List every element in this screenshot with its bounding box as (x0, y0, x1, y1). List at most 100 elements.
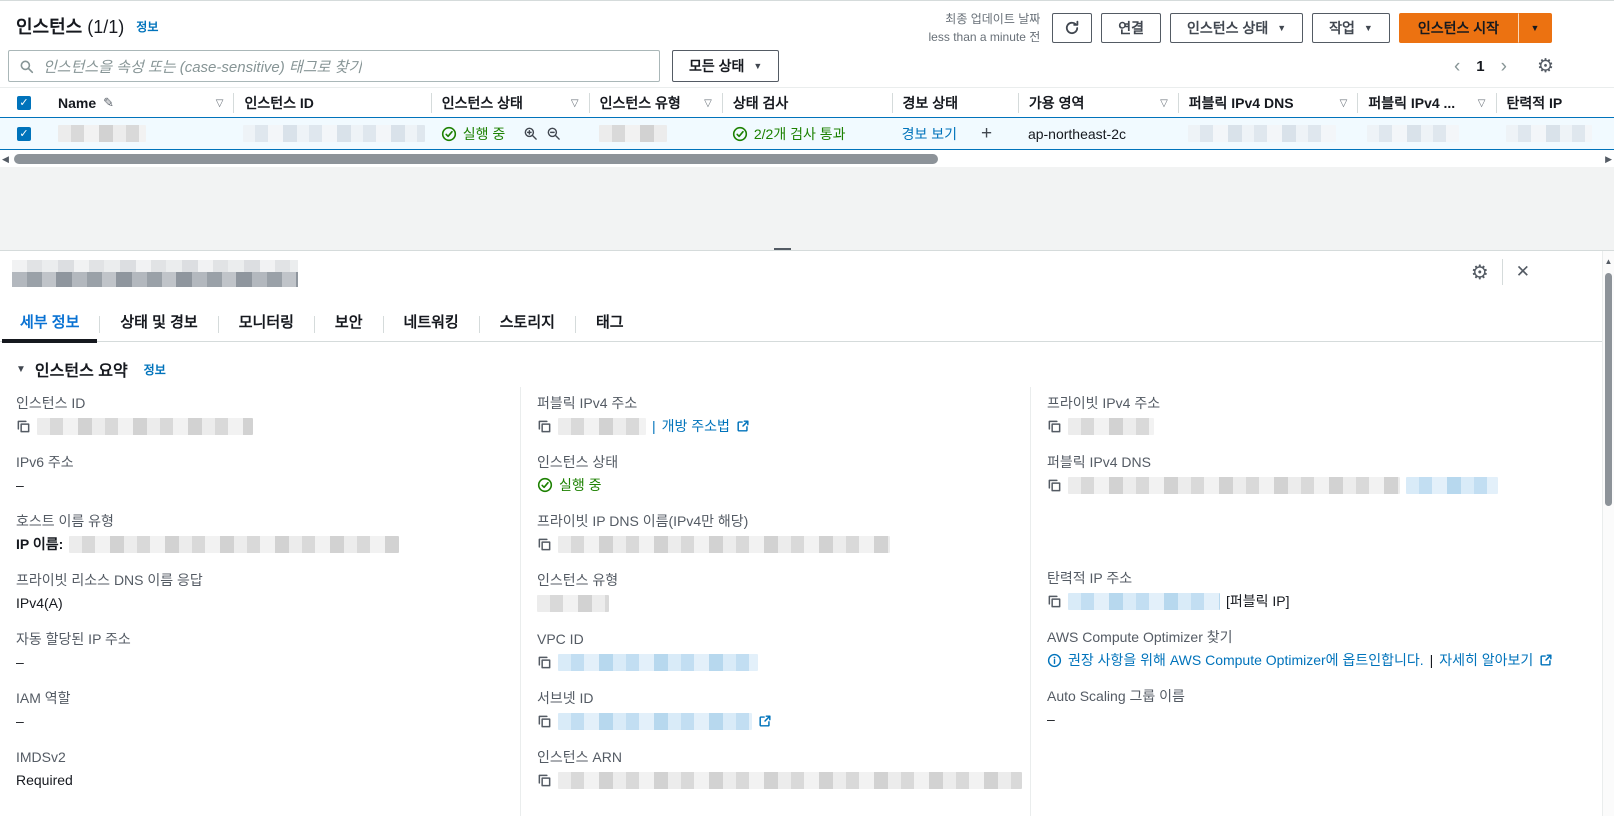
refresh-button[interactable] (1052, 13, 1092, 43)
table-column-header[interactable]: 퍼블릭 IPv4 DNS ▽ (1178, 93, 1358, 113)
state-filter-dropdown[interactable]: 모든 상태 ▼ (672, 50, 779, 82)
summary-info-link[interactable]: 정보 (144, 361, 166, 378)
scroll-left-arrow[interactable]: ◀ (2, 154, 9, 165)
sort-caret-icon[interactable]: ▽ (1160, 98, 1168, 109)
checkbox-checked-icon[interactable]: ✓ (17, 96, 31, 110)
table-column-header[interactable]: 인스턴스 상태▽ (431, 93, 589, 113)
table-settings-gear-icon[interactable]: ⚙ (1537, 55, 1554, 78)
tab-4[interactable]: 보안 (315, 302, 383, 341)
link[interactable]: 자세히 알아보기 (1439, 650, 1533, 670)
field-label: IMDSv2 (16, 747, 500, 767)
instance-count: (1/1) (87, 17, 124, 37)
table-column-header: 탄력적 IP (1496, 93, 1614, 113)
zoom-in-icon[interactable] (523, 126, 538, 141)
copy-icon[interactable] (537, 537, 552, 552)
previous-page-button[interactable]: ‹ (1444, 56, 1470, 78)
connect-button[interactable]: 연결 (1101, 13, 1161, 43)
field-value (537, 769, 1010, 791)
summary-field: 프라이빗 IP DNS 이름(IPv4만 해당) (537, 511, 1010, 555)
next-page-button[interactable]: › (1491, 56, 1517, 78)
column-label: 가용 영역 (1029, 93, 1084, 113)
launch-instance-button[interactable]: 인스턴스 시작 (1399, 13, 1518, 43)
horizontal-scrollbar-thumb[interactable] (14, 154, 938, 164)
redacted-value (537, 595, 609, 612)
value-text: – (16, 713, 24, 729)
vertical-scrollbar-thumb[interactable] (1605, 273, 1612, 506)
external-link-icon[interactable] (736, 419, 750, 433)
field-value (1047, 415, 1582, 437)
table-cell (1357, 125, 1495, 142)
current-page[interactable]: 1 (1470, 58, 1490, 75)
sort-caret-icon[interactable]: ▽ (1478, 98, 1486, 109)
split-gap (0, 167, 1614, 251)
last-updated-value: less than a minute 전 (929, 28, 1041, 46)
copy-icon[interactable] (537, 773, 552, 788)
table-column-header: 상태 검사 (722, 93, 892, 113)
copy-icon[interactable] (1047, 594, 1062, 609)
table-column-header[interactable]: 퍼블릭 IPv4 ...▽ (1357, 93, 1495, 113)
value-prefix: IP 이름: (16, 534, 63, 554)
instance-summary-header[interactable]: ▼ 인스턴스 요약 정보 (16, 357, 166, 381)
instance-state-dropdown[interactable]: 인스턴스 상태 ▼ (1170, 13, 1303, 43)
status-text: 실행 중 (559, 475, 602, 495)
tab-6[interactable]: 스토리지 (480, 302, 575, 341)
tab-5[interactable]: 네트워킹 (384, 302, 479, 341)
add-alarm-plus-icon[interactable]: + (981, 123, 992, 145)
table-select-all-checkbox[interactable]: ✓ (0, 96, 48, 110)
sort-caret-icon[interactable]: ▽ (1340, 98, 1348, 109)
scroll-up-arrow[interactable]: ▲ (1603, 257, 1614, 266)
table-cell (48, 125, 233, 142)
value-text: – (16, 654, 24, 670)
actions-dropdown[interactable]: 작업 ▼ (1312, 13, 1390, 43)
summary-field: 자동 할당된 IP 주소– (16, 629, 500, 673)
column-label: 경보 상태 (903, 93, 958, 113)
summary-field: 호스트 이름 유형 IP 이름: (16, 511, 500, 555)
title-info-link[interactable]: 정보 (136, 20, 158, 34)
details-panel: ⚙ ✕ 세부 정보상태 및 경보모니터링보안네트워킹스토리지태그 ▼ 인스턴스 … (0, 251, 1614, 816)
tab-3[interactable]: 모니터링 (219, 302, 314, 341)
copy-icon[interactable] (537, 655, 552, 670)
table-row[interactable]: ✓실행 중2/2개 검사 통과경보 보기+ap-northeast-2c (0, 117, 1614, 150)
collapse-caret-icon: ▼ (16, 364, 26, 375)
field-label: 호스트 이름 유형 (16, 511, 500, 531)
value-text: – (16, 477, 24, 493)
redacted-value (1406, 477, 1498, 494)
link[interactable]: 권장 사항을 위해 AWS Compute Optimizer에 옵트인합니다. (1068, 650, 1424, 670)
external-link-icon[interactable] (758, 714, 772, 728)
search-input[interactable]: 인스턴스을 속성 또는 (case-sensitive) 태그로 찾기 (8, 50, 660, 82)
column-label-text: 퍼블릭 IPv4 DNS (1189, 93, 1294, 113)
sort-caret-icon[interactable]: ▽ (216, 98, 224, 109)
column-label-text: 상태 검사 (733, 93, 788, 113)
tab-1[interactable]: 세부 정보 (0, 302, 99, 341)
summary-field: 프라이빗 리소스 DNS 이름 응답IPv4(A) (16, 570, 500, 614)
panel-settings-gear-icon[interactable]: ⚙ (1471, 260, 1489, 285)
copy-icon[interactable] (1047, 478, 1062, 493)
launch-instance-caret-button[interactable]: ▼ (1518, 13, 1552, 43)
redacted-value (69, 536, 399, 553)
copy-icon[interactable] (537, 419, 552, 434)
zoom-out-icon[interactable] (546, 126, 561, 141)
tab-2[interactable]: 상태 및 경보 (100, 302, 217, 341)
copy-icon[interactable] (1047, 419, 1062, 434)
redacted-value (1068, 593, 1220, 610)
table-column-header[interactable]: Name✎▽ (48, 93, 233, 113)
view-alarms-link[interactable]: 경보 보기 (902, 124, 957, 144)
tab-7[interactable]: 태그 (576, 302, 644, 341)
external-link-icon[interactable] (1539, 653, 1553, 667)
table-column-header[interactable]: 인스턴스 유형▽ (589, 93, 722, 113)
redacted-value (1068, 477, 1400, 494)
sort-caret-icon[interactable]: ▽ (571, 98, 579, 109)
field-label: 탄력적 IP 주소 (1047, 568, 1582, 588)
panel-actions: ⚙ ✕ (1471, 259, 1530, 285)
field-value: 실행 중 (537, 474, 1010, 496)
scroll-right-arrow[interactable]: ▶ (1605, 154, 1612, 165)
status-ok-icon (732, 126, 748, 142)
link[interactable]: 개방 주소법 (662, 416, 730, 436)
table-column-header[interactable]: 가용 영역 ▽ (1018, 93, 1178, 113)
copy-icon[interactable] (537, 714, 552, 729)
panel-close-icon[interactable]: ✕ (1516, 262, 1530, 282)
panel-actions-divider (1502, 259, 1503, 285)
checkbox-checked-icon[interactable]: ✓ (17, 127, 31, 141)
copy-icon[interactable] (16, 419, 31, 434)
sort-caret-icon[interactable]: ▽ (704, 98, 712, 109)
